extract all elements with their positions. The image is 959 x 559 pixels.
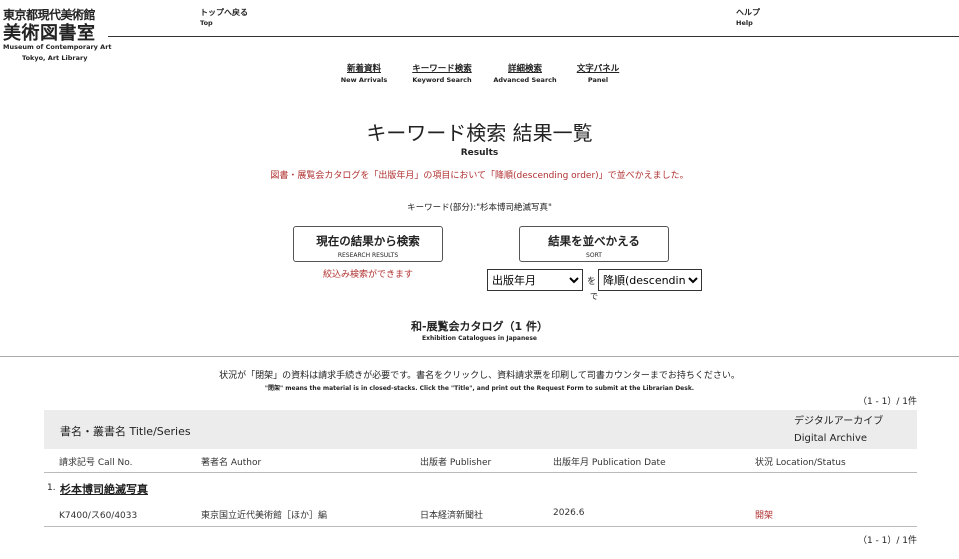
sort-order-select[interactable]: 降順(descending	[598, 269, 702, 291]
section-subtitle: Exhibition Catalogues in Japanese	[422, 335, 537, 342]
logo-line-4: Tokyo, Art Library	[22, 54, 88, 62]
sort-message: 図書・展覧会カタログを「出版年月」の項目において「降順(descending o…	[270, 171, 689, 181]
page-title: キーワード検索 結果一覧	[366, 121, 593, 145]
nav-new-arrivals-ja[interactable]: 新着資料	[334, 64, 394, 75]
section-divider	[0, 356, 959, 357]
col-author: 著者名 Author	[201, 458, 262, 468]
page-subtitle: Results	[460, 148, 499, 158]
title-series-header: 書名・叢書名 Title/Series	[60, 425, 191, 438]
col-call-no: 請求記号 Call No.	[59, 458, 133, 468]
nav-advanced-search-ja[interactable]: 詳細検索	[489, 64, 561, 75]
closed-stack-notice-en: "閉架" means the material is in closed-sta…	[264, 385, 695, 392]
col-publication-date: 出版年月 Publication Date	[553, 458, 666, 468]
nav-panel-en[interactable]: Panel	[568, 75, 628, 86]
research-button-sublabel[interactable]: RESEARCH RESULTS	[294, 252, 442, 259]
top-link[interactable]: トップへ戻る Top	[200, 7, 248, 29]
result-count-top: （1 - 1）/ 1件	[857, 397, 917, 407]
closed-stack-notice-ja: 状況が「閉架」の資料は請求手続きが必要です。書名をクリックし、資料請求票を印刷し…	[219, 371, 740, 381]
sort-button-sublabel[interactable]: SORT	[520, 252, 668, 259]
record-number: 1.	[47, 483, 56, 493]
record-call-no: K7400/ス60/4033	[59, 511, 138, 521]
sort-field-select[interactable]: 出版年月	[487, 269, 583, 291]
record-author: 東京国立近代美術館［ほか］編	[201, 511, 328, 521]
narrow-search-hint: 絞込み検索ができます	[322, 270, 413, 280]
digital-archive-header: デジタルアーカイブ Digital Archive	[794, 413, 883, 447]
table-header-divider	[44, 472, 917, 473]
section-title: 和-展覧会カタログ（1 件）	[410, 320, 549, 333]
nav-panel[interactable]: 文字パネル Panel	[568, 64, 628, 86]
nav-keyword-search-ja[interactable]: キーワード検索	[406, 64, 478, 75]
record-divider	[44, 526, 917, 527]
sort-button[interactable]: 結果を並べかえる SORT	[519, 226, 669, 262]
research-results-button[interactable]: 現在の結果から検索 RESEARCH RESULTS	[293, 226, 443, 262]
sort-wo-label: を	[587, 277, 597, 287]
help-link-en[interactable]: Help	[736, 18, 760, 29]
col-publisher: 出版者 Publisher	[420, 458, 492, 468]
record-date: 2026.6	[553, 508, 585, 518]
nav-panel-ja[interactable]: 文字パネル	[568, 64, 628, 75]
sort-de-label: で	[590, 292, 598, 301]
nav-advanced-search[interactable]: 詳細検索 Advanced Search	[489, 64, 561, 86]
nav-advanced-search-en[interactable]: Advanced Search	[489, 75, 561, 86]
nav-keyword-search[interactable]: キーワード検索 Keyword Search	[406, 64, 478, 86]
col-status: 状況 Location/Status	[755, 458, 846, 468]
digital-archive-header-ja: デジタルアーカイブ	[794, 416, 884, 427]
top-link-en[interactable]: Top	[200, 18, 248, 29]
result-count-bottom: （1 - 1）/ 1件	[857, 536, 917, 546]
record-title-link[interactable]: 杉本博司絶滅写真	[60, 481, 148, 497]
record-status: 開架	[755, 511, 774, 521]
record-publisher: 日本経済新聞社	[420, 511, 484, 521]
keyword-line: キーワード(部分):"杉本博司絶滅写真"	[407, 203, 552, 213]
top-link-ja[interactable]: トップへ戻る	[200, 7, 248, 18]
logo-line-2: 美術図書室	[3, 23, 96, 44]
nav-keyword-search-en[interactable]: Keyword Search	[406, 75, 478, 86]
research-button-label[interactable]: 現在の結果から検索	[294, 233, 442, 249]
nav-new-arrivals[interactable]: 新着資料 New Arrivals	[334, 64, 394, 86]
logo-line-3: Museum of Contemporary Art	[3, 43, 112, 51]
header-divider	[108, 36, 959, 37]
help-link[interactable]: ヘルプ Help	[736, 7, 760, 29]
nav-new-arrivals-en[interactable]: New Arrivals	[334, 75, 394, 86]
sort-button-label[interactable]: 結果を並べかえる	[520, 233, 668, 249]
digital-archive-header-en: Digital Archive	[794, 433, 868, 444]
help-link-ja[interactable]: ヘルプ	[736, 7, 760, 18]
